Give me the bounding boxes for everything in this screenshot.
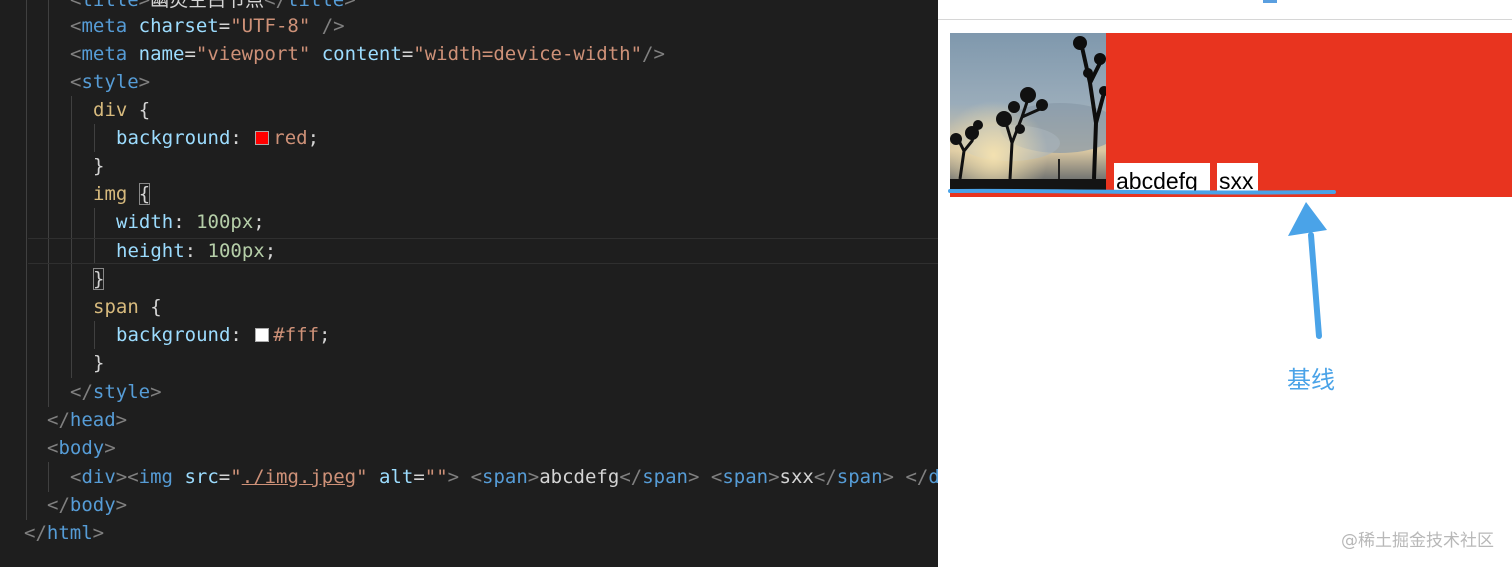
indent-guide: [48, 462, 49, 492]
code-line[interactable]: </head>: [47, 406, 127, 434]
bracket-match: }: [93, 268, 105, 290]
demo-div-red: abcdefg sxx: [950, 33, 1512, 197]
code-editor[interactable]: <title>幽灵空白节点</title> <meta charset="UTF…: [0, 0, 938, 567]
code-line[interactable]: img {: [93, 180, 151, 208]
code-line[interactable]: <div><img src="./img.jpeg" alt=""> <span…: [70, 463, 938, 491]
indent-guide: [94, 124, 95, 152]
code-line[interactable]: }: [93, 152, 104, 180]
indent-guide: [94, 321, 95, 349]
code-line[interactable]: span {: [93, 293, 162, 321]
color-swatch[interactable]: [255, 131, 270, 145]
code-line[interactable]: background: red;: [116, 124, 319, 152]
code-line[interactable]: <meta charset="UTF-8" />: [70, 12, 345, 40]
code-line[interactable]: <meta name="viewport" content="width=dev…: [70, 40, 665, 68]
photo-image: [950, 33, 1106, 190]
watermark: @稀土掘金技术社区: [1341, 531, 1494, 551]
preview-toolbar: [938, 0, 1512, 20]
arrow-shaft: [1308, 232, 1322, 339]
indent-guide: [71, 96, 72, 378]
file-link[interactable]: ./img.jpeg: [242, 466, 356, 488]
code-line[interactable]: }: [93, 349, 104, 377]
indent-guide: [48, 0, 49, 407]
code-line[interactable]: height: 100px;: [116, 237, 276, 265]
code-line[interactable]: </html>: [24, 519, 104, 547]
code-line[interactable]: div {: [93, 96, 150, 124]
code-line[interactable]: }: [93, 265, 105, 293]
code-line[interactable]: width: 100px;: [116, 208, 265, 236]
code-line[interactable]: <body>: [47, 434, 116, 462]
arrow-head: [1288, 202, 1327, 236]
bracket-match: {: [138, 183, 151, 205]
code-line[interactable]: </body>: [47, 491, 127, 519]
sunset-tree-photo: [950, 33, 1106, 190]
code-line[interactable]: background: #fff;: [116, 321, 331, 349]
browser-preview: abcdefg sxx 基线 @稀土掘金技术社区: [938, 0, 1512, 567]
span-abcdefg: abcdefg: [1114, 163, 1210, 191]
baseline-label: 基线: [1287, 366, 1335, 394]
color-swatch[interactable]: [255, 328, 270, 342]
code-line[interactable]: <style>: [70, 68, 150, 96]
toolbar-indicator: [1263, 0, 1277, 3]
span-sxx: sxx: [1217, 163, 1258, 191]
code-line[interactable]: </style>: [70, 378, 162, 406]
indent-guide: [26, 0, 27, 520]
